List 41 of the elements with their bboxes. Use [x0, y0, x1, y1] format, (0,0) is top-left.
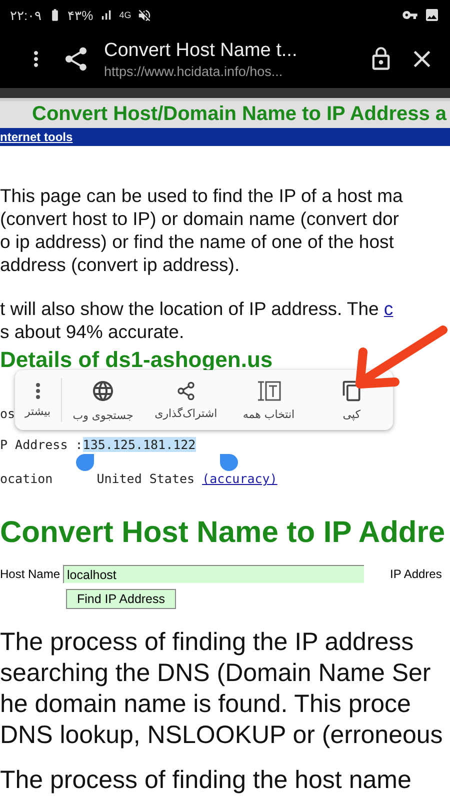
clock: ۲۲:۰۹	[10, 8, 42, 22]
menu-item[interactable]: کپی	[310, 370, 394, 430]
paragraph-line: DNS lookup, NSLOOKUP or (erroneous	[0, 720, 444, 752]
site-banner: Convert Host/Domain Name to IP Address a	[0, 101, 450, 128]
nav-link[interactable]: nternet tools	[0, 130, 73, 144]
accuracy-link[interactable]: (accuracy)	[202, 471, 278, 486]
host-label: os	[0, 406, 16, 422]
image-icon	[424, 7, 440, 23]
select-all-icon	[256, 380, 282, 402]
accuracy-link[interactable]: c	[384, 298, 394, 319]
paragraph-line: This page can be used to find the IP of a host ma	[0, 184, 404, 207]
ip-address-label: IP Addres	[390, 567, 442, 582]
page-title: Convert Host Name t...	[104, 40, 298, 62]
selected-ip: 135.125.181.122	[82, 437, 196, 452]
network-type: 4G	[119, 10, 132, 20]
globe-icon	[91, 378, 115, 402]
more-icon	[36, 382, 40, 398]
paragraph-line: searching the DNS (Domain Name Ser	[0, 658, 432, 690]
host-name-field[interactable]: localhost	[63, 565, 364, 584]
paragraph-line: (convert host to IP) or domain name (convert dor	[0, 207, 400, 230]
paragraph-line: t will also show the location of IP address. The c	[0, 297, 394, 320]
signal-icon	[99, 8, 114, 22]
battery-percent: ۴۳%	[68, 8, 94, 22]
location-value: United States	[96, 471, 195, 486]
copy-icon	[340, 380, 363, 402]
share-icon	[176, 380, 196, 400]
paragraph-line: address (convert ip address).	[0, 253, 241, 276]
ip-label: P Address :	[0, 437, 83, 452]
section-heading: Convert Host Name to IP Addre	[0, 515, 446, 552]
selection-handle[interactable]	[220, 454, 238, 471]
page-url: https://www.hcidata.info/hos...	[104, 64, 284, 78]
find-ip-button[interactable]: Find IP Address	[66, 589, 176, 610]
paragraph-line: he domain name is found. This proce	[0, 689, 412, 720]
selection-handle[interactable]	[76, 454, 94, 471]
location-label: ocation	[0, 471, 53, 486]
paragraph-line: The process of finding the IP address	[0, 627, 415, 658]
mute-icon	[137, 8, 152, 22]
paragraph-line: s about 94% accurate.	[0, 320, 186, 343]
paragraph-line: The process of finding the host name	[0, 765, 412, 796]
host-name-label: Host Name	[0, 567, 60, 582]
paragraph-line: o ip address) or find the name of one of the host	[0, 230, 395, 253]
